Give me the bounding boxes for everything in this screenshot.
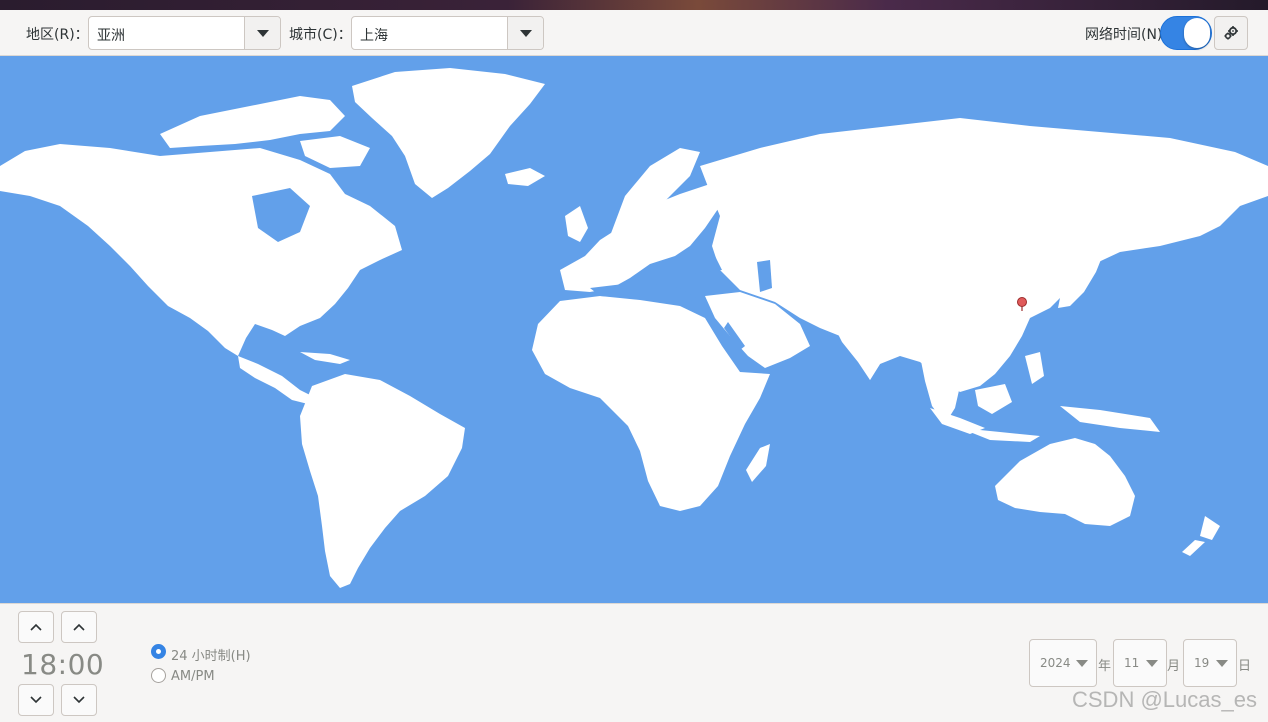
chevron-down-icon [520,30,532,37]
region-combo[interactable]: 亚洲 [88,16,281,50]
city-label: 城市(C)： [289,27,352,43]
year-value: 2024 [1040,656,1071,670]
minute-up-button[interactable] [61,611,97,643]
region-value: 亚洲 [97,28,125,44]
network-time-switch[interactable] [1160,16,1212,50]
chevron-down-icon [257,30,269,37]
region-dropdown-button[interactable] [244,17,280,49]
ntp-settings-button[interactable] [1214,16,1248,50]
hour-down-button[interactable] [18,684,54,716]
hour-up-button[interactable] [18,611,54,643]
region-label: 地区(R)： [26,27,89,43]
timezone-world-map[interactable] [0,56,1268,603]
chevron-down-icon [1216,660,1228,667]
australia [995,438,1135,526]
format-ampm-radio[interactable] [151,668,166,683]
switch-knob [1184,18,1210,48]
day-unit: 日 [1238,659,1252,674]
format-24h-radio[interactable] [151,644,166,659]
world-map-graphic [0,68,1268,588]
gears-icon [1224,26,1238,40]
time-date-panel: 18:00 24 小时制(H) AM/PM 2024 年 11 月 19 日 C… [0,603,1268,722]
day-value: 19 [1194,656,1210,670]
central-america [238,356,312,404]
chevron-up-icon [30,623,42,631]
desktop-background-strip [0,0,1268,10]
south-america [300,374,465,588]
minute-down-button[interactable] [61,684,97,716]
month-unit: 月 [1167,659,1181,674]
network-time-label: 网络时间(N) [1085,27,1163,43]
format-ampm-label: AM/PM [171,669,215,684]
watermark: CSDN @Lucas_es [1072,687,1257,712]
india [830,316,890,380]
day-combo[interactable]: 19 [1183,639,1237,687]
north-america [0,144,402,356]
time-display: 18:00 [21,648,105,681]
format-24h-label: 24 小时制(H) [171,649,251,664]
city-value: 上海 [360,28,388,44]
year-combo[interactable]: 2024 [1029,639,1097,687]
chevron-down-icon [30,696,42,704]
chevron-down-icon [1146,660,1158,667]
month-value: 11 [1124,656,1140,670]
city-combo[interactable]: 上海 [351,16,544,50]
landmasses [0,68,1268,588]
month-combo[interactable]: 11 [1113,639,1167,687]
year-unit: 年 [1098,659,1112,674]
date-time-settings-window: 地区(R)： 亚洲 城市(C)： 上海 网络时间(N) 18:00 24 小时制… [0,0,1268,722]
chevron-down-icon [73,696,85,704]
chevron-down-icon [1076,660,1088,667]
chevron-up-icon [73,623,85,631]
toolbar: 地区(R)： 亚洲 城市(C)： 上海 网络时间(N) [0,10,1268,56]
city-dropdown-button[interactable] [507,17,543,49]
